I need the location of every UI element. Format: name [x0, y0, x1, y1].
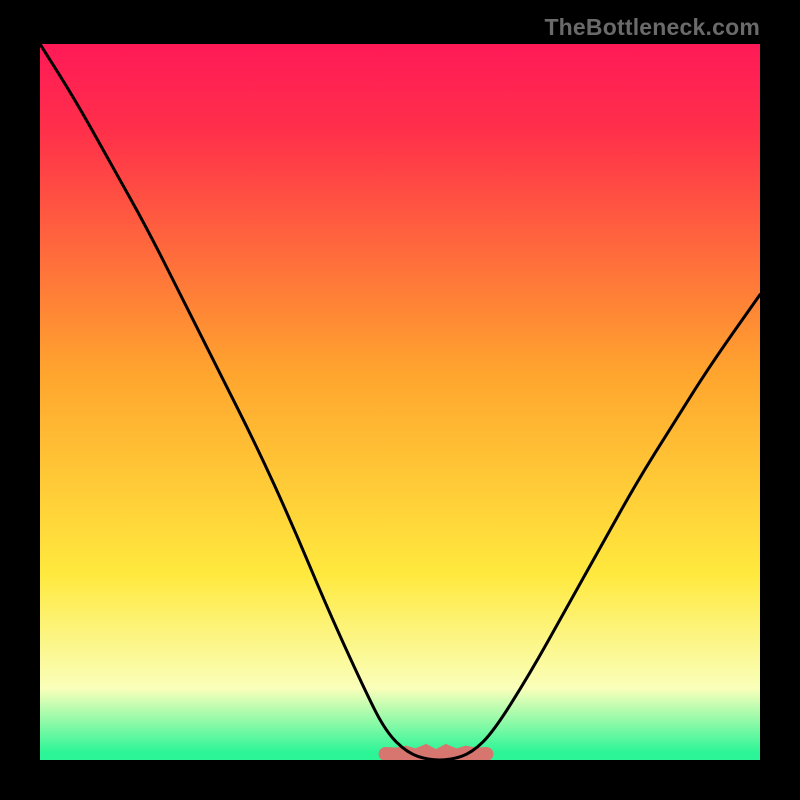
watermark-text: TheBottleneck.com [544, 14, 760, 41]
bottleneck-curve [40, 44, 760, 760]
plot-area [40, 44, 760, 760]
chart-frame: TheBottleneck.com [0, 0, 800, 800]
curve-layer [40, 44, 760, 760]
